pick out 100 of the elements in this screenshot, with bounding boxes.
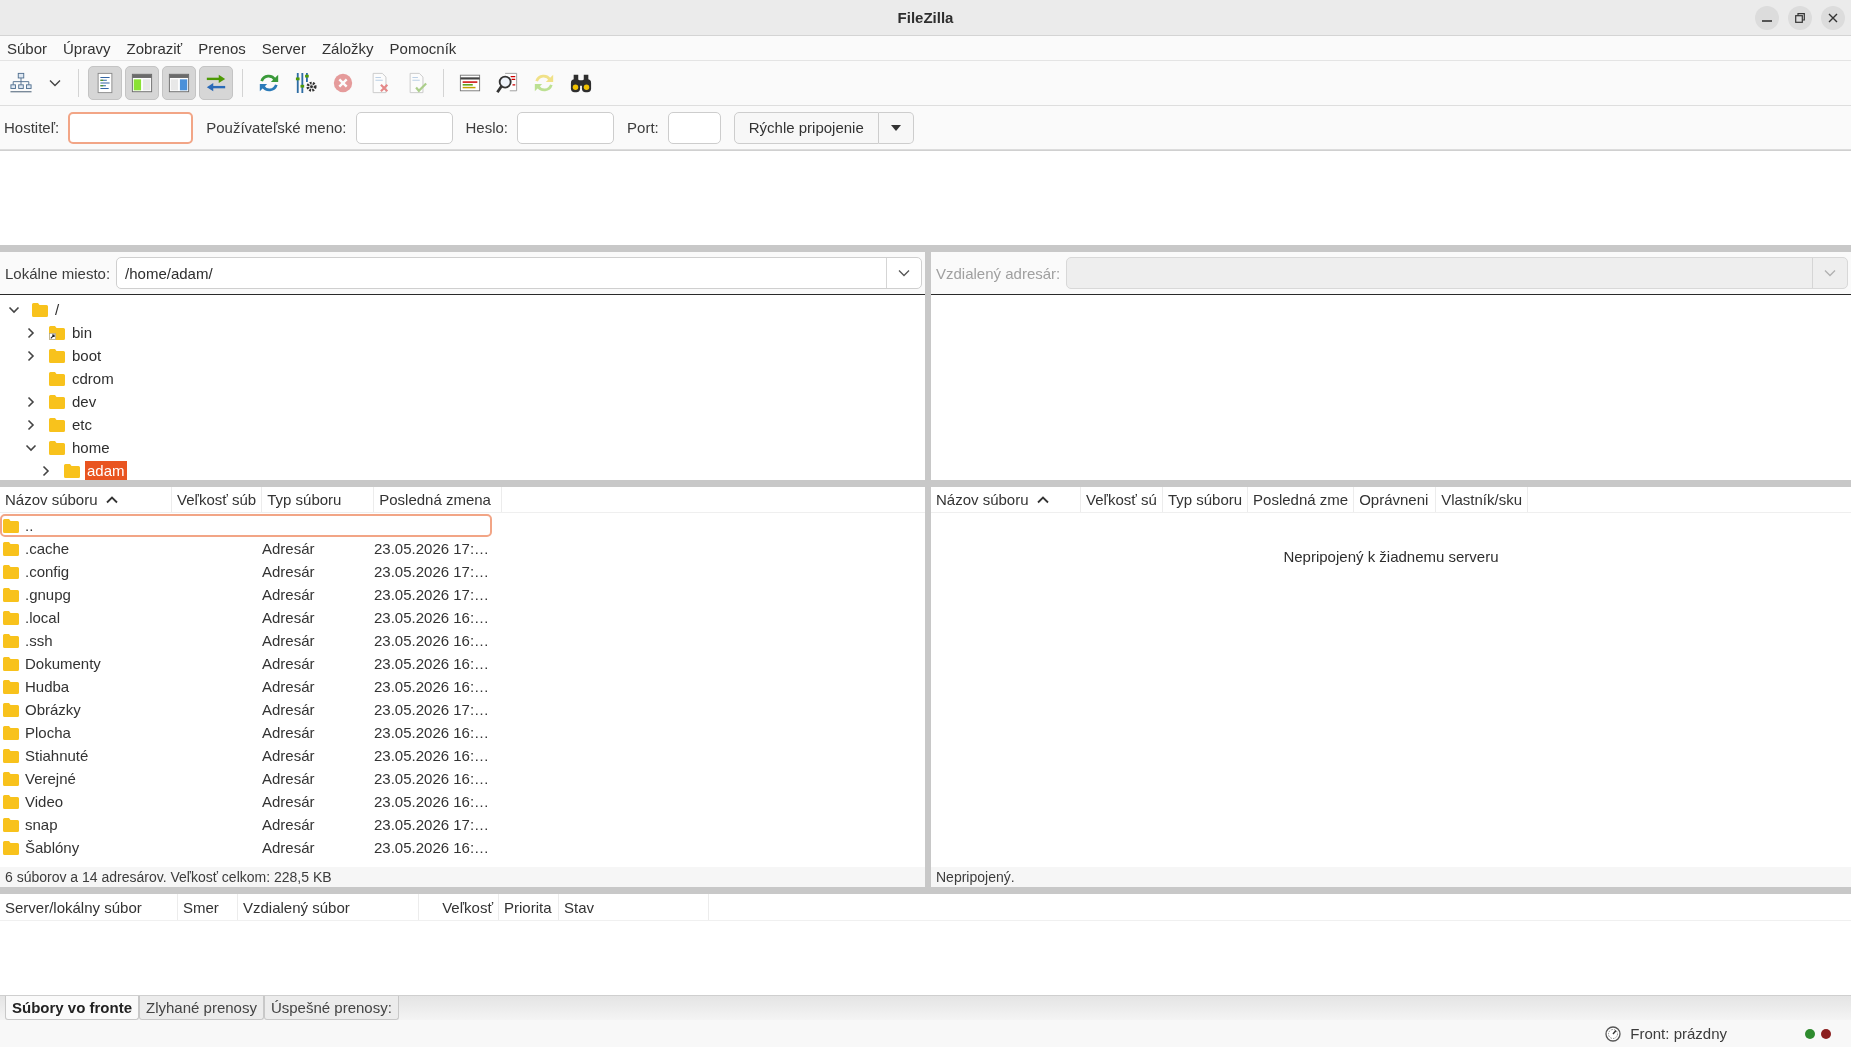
file-row[interactable]: Video Adresár 23.05.2026 16:…	[0, 790, 492, 813]
chevron-right-icon[interactable]	[25, 395, 37, 408]
file-row[interactable]: .config Adresár 23.05.2026 17:…	[0, 560, 492, 583]
menu-item[interactable]: Prenos	[198, 39, 246, 57]
tree-item[interactable]: dev	[70, 392, 99, 411]
file-row[interactable]: Obrázky Adresár 23.05.2026 17:…	[0, 698, 492, 721]
folder-icon	[3, 610, 19, 625]
restore-button[interactable]	[1788, 5, 1812, 30]
port-field[interactable]	[667, 111, 721, 144]
path-combobox[interactable]: /home/adam/	[116, 257, 922, 289]
folder-icon	[3, 748, 19, 763]
tab[interactable]: Súbory vo fronte	[5, 996, 139, 1020]
status-text: Nepripojený.	[936, 869, 1015, 885]
sort-up-icon	[1036, 495, 1049, 504]
menu-item[interactable]: Úpravy	[63, 39, 111, 57]
chevron-right-icon[interactable]	[40, 464, 52, 477]
column-header[interactable]: Posledná zmena	[374, 487, 503, 512]
transfer-arrows-icon	[205, 72, 227, 94]
column-header[interactable]: Názov súboru	[0, 487, 172, 512]
file-date: 23.05.2026 16:…	[374, 609, 490, 626]
file-name: Verejné	[25, 770, 76, 787]
tree-item[interactable]: home	[70, 438, 112, 457]
dropdown-button[interactable]	[878, 111, 914, 144]
column-header[interactable]: Typ súboru	[262, 487, 375, 512]
column-header[interactable]: Oprávneni	[1354, 487, 1437, 512]
tree-item[interactable]: bin	[70, 323, 95, 342]
column-header[interactable]: Veľkosť súb	[172, 487, 263, 512]
tab[interactable]: Úspešné prenosy:	[263, 996, 399, 1020]
column-header[interactable]: Názov súboru	[931, 487, 1081, 512]
column-header[interactable]: Vlastník/sku	[1436, 487, 1529, 512]
file-date: 23.05.2026 17:…	[374, 816, 490, 833]
tab[interactable]: Zlyhané prenosy	[139, 996, 264, 1020]
column-header[interactable]: Veľkosť	[419, 894, 499, 920]
field-label: Heslo:	[465, 119, 509, 136]
column-header[interactable]: Veľkosť sú	[1081, 487, 1163, 512]
file-row[interactable]: Plocha Adresár 23.05.2026 16:…	[0, 721, 492, 744]
menu-item[interactable]: Zobraziť	[126, 39, 183, 57]
file-name: .gnupg	[25, 586, 71, 603]
file-row[interactable]: .local Adresár 23.05.2026 16:…	[0, 606, 492, 629]
tree-item[interactable]: etc	[70, 415, 94, 434]
column-header[interactable]: Priorita	[499, 894, 559, 920]
field-label: Port:	[627, 119, 659, 136]
file-name: Obrázky	[25, 701, 81, 718]
folder-icon	[49, 348, 65, 363]
quickconnect-button[interactable]: Rýchle pripojenie	[733, 111, 879, 144]
tree-item[interactable]: adam	[85, 461, 127, 480]
folder-icon	[3, 587, 19, 602]
password-field[interactable]	[517, 111, 615, 144]
file-row[interactable]: Verejné Adresár 23.05.2026 16:…	[0, 767, 492, 790]
chevron-right-icon[interactable]	[25, 349, 37, 362]
chevron-right-icon[interactable]	[25, 326, 37, 339]
file-row[interactable]: .gnupg Adresár 23.05.2026 17:…	[0, 583, 492, 606]
document-lines-icon	[94, 72, 116, 94]
column-header[interactable]: Posledná zme	[1248, 487, 1355, 512]
file-date: 23.05.2026 17:…	[374, 540, 490, 557]
file-type: Adresár	[262, 793, 315, 810]
menu-item[interactable]: Súbor	[7, 39, 48, 57]
file-type: Adresár	[262, 839, 315, 856]
username-field[interactable]	[355, 111, 453, 144]
tree-item[interactable]: cdrom	[70, 369, 116, 388]
file-row[interactable]: Stiahnuté Adresár 23.05.2026 16:…	[0, 744, 492, 767]
file-name: .local	[25, 609, 61, 626]
column-header[interactable]: Vzdialený súbor	[238, 894, 419, 920]
file-type: Adresár	[262, 678, 315, 695]
column-header[interactable]: Typ súboru	[1162, 487, 1249, 512]
sliders-gear-icon	[295, 72, 317, 94]
empty-message: Nepripojený k žiadnemu serveru	[1283, 548, 1499, 565]
refresh-icon	[258, 72, 280, 94]
file-row[interactable]: snap Adresár 23.05.2026 17:…	[0, 813, 492, 836]
file-row[interactable]: ..	[0, 514, 492, 537]
file-type: Adresár	[262, 701, 315, 718]
window-title: FileZilla	[897, 9, 954, 26]
tree-item[interactable]: boot	[70, 346, 104, 365]
document-check-icon	[406, 72, 428, 94]
gauge-icon[interactable]	[1605, 1025, 1622, 1042]
file-row[interactable]: Šablóny Adresár 23.05.2026 16:…	[0, 836, 492, 859]
chevron-down-icon	[1824, 269, 1836, 277]
file-name: snap	[25, 816, 58, 833]
menu-item[interactable]: Server	[261, 39, 306, 57]
tree-item[interactable]: /	[53, 300, 62, 319]
menu-item[interactable]: Pomocník	[389, 39, 457, 57]
file-row[interactable]: .ssh Adresár 23.05.2026 16:…	[0, 629, 492, 652]
host-field[interactable]	[68, 111, 194, 144]
file-row[interactable]: Hudba Adresár 23.05.2026 16:…	[0, 675, 492, 698]
file-name: Dokumenty	[25, 655, 101, 672]
file-type: Adresár	[262, 655, 315, 672]
file-name: Šablóny	[25, 839, 80, 856]
column-header[interactable]: Smer	[178, 894, 238, 920]
menu-item[interactable]: Záložky	[321, 39, 374, 57]
file-row[interactable]: Dokumenty Adresár 23.05.2026 16:…	[0, 652, 492, 675]
chevron-right-icon[interactable]	[25, 418, 37, 431]
column-header[interactable]: Server/lokálny súbor	[0, 894, 178, 920]
column-header[interactable]: Stav	[559, 894, 709, 920]
folder-icon	[3, 817, 19, 832]
minimize-button[interactable]	[1755, 5, 1779, 30]
document-x-icon	[369, 72, 391, 94]
folder-icon	[3, 518, 19, 533]
close-button[interactable]	[1821, 5, 1845, 30]
folder-icon	[3, 564, 19, 579]
file-row[interactable]: .cache Adresár 23.05.2026 17:…	[0, 537, 492, 560]
